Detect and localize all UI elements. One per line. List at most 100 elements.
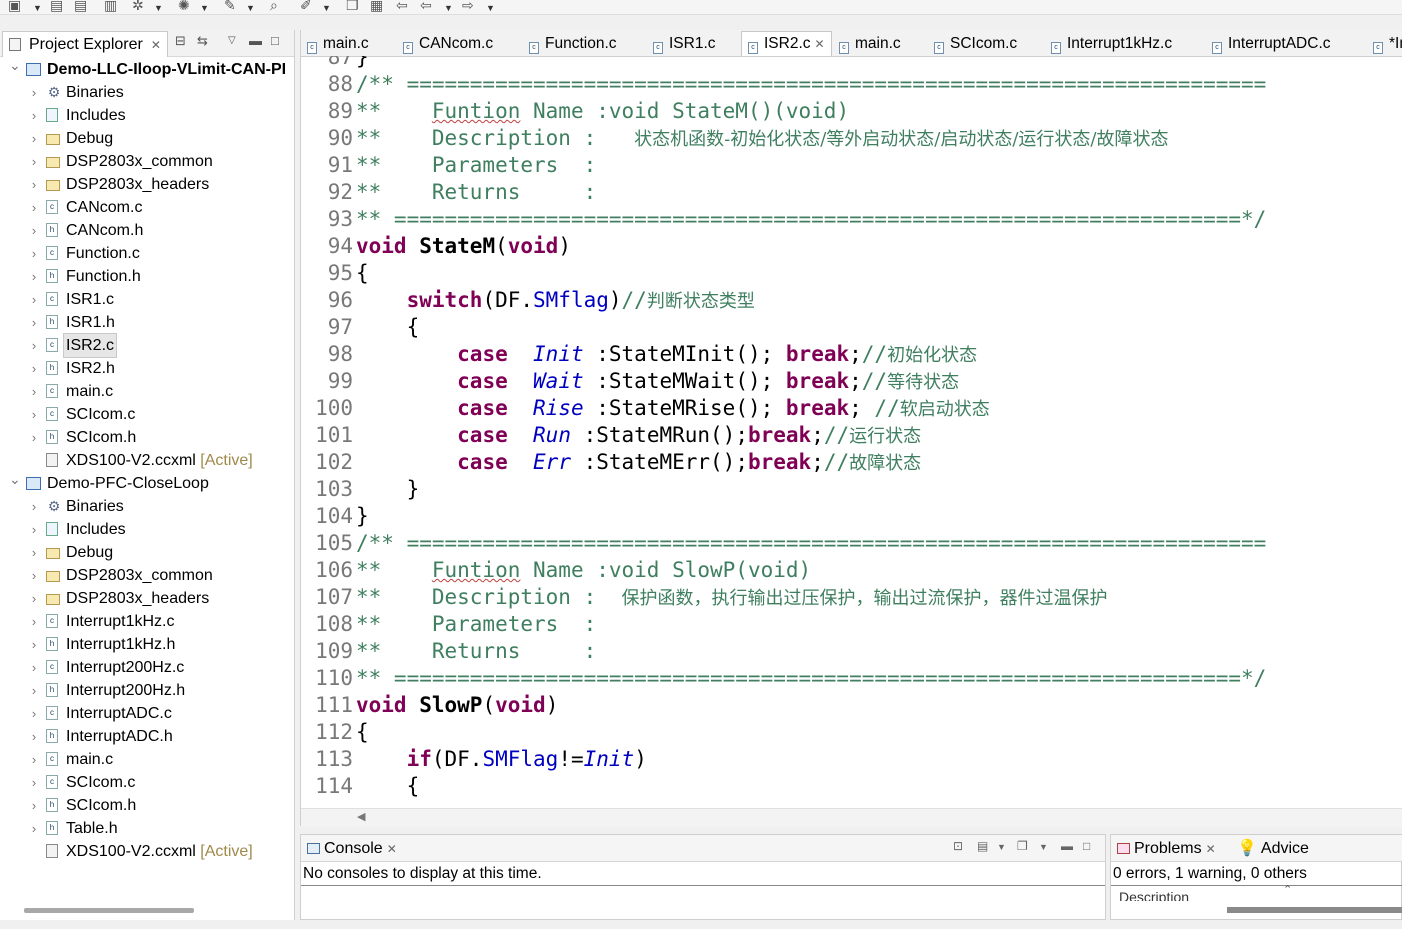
chevron-right-icon[interactable]: › — [29, 518, 39, 541]
chevron-down-icon[interactable]: ⌄ — [9, 54, 21, 77]
tree-item[interactable]: › c Interrupt1kHz.c — [0, 610, 294, 633]
tree-item[interactable]: › c CANcom.c — [0, 196, 294, 219]
chevron-right-icon[interactable]: › — [29, 265, 39, 288]
chevron-right-icon[interactable]: › — [29, 196, 39, 219]
chevron-right-icon[interactable]: › — [29, 633, 39, 656]
tree-item[interactable]: › c Interrupt200Hz.c — [0, 656, 294, 679]
editor-tab[interactable]: c main.c — [307, 32, 369, 56]
editor-tab[interactable]: c SCIcom.c — [934, 32, 1017, 56]
tree-item[interactable]: › c main.c — [0, 748, 294, 771]
tree-item[interactable]: › h InterruptADC.h — [0, 725, 294, 748]
chevron-right-icon[interactable]: › — [29, 127, 39, 150]
chevron-right-icon[interactable]: › — [29, 817, 39, 840]
tree-item[interactable]: › c SCIcom.c — [0, 403, 294, 426]
collapse-all-icon[interactable]: ⊟ — [175, 33, 186, 49]
pen-icon[interactable]: ✐ — [300, 0, 312, 13]
tree-item[interactable]: › Debug — [0, 127, 294, 150]
print-icon[interactable]: ▥ — [104, 0, 117, 13]
editor-tab[interactable]: c *In — [1373, 32, 1402, 56]
chevron-right-icon[interactable]: › — [29, 334, 39, 357]
chevron-down-icon[interactable]: ⌄ — [9, 468, 21, 491]
chevron-right-icon[interactable]: › — [29, 104, 39, 127]
chevron-right-icon[interactable]: › — [29, 173, 39, 196]
close-icon[interactable]: ✕ — [815, 37, 825, 51]
editor-horizontal-scrollbar[interactable]: ◀ — [301, 808, 1402, 827]
problems-tab[interactable]: Problems ✕ — [1113, 837, 1220, 861]
chevron-right-icon[interactable]: › — [29, 380, 39, 403]
chevron-right-icon[interactable]: › — [29, 311, 39, 334]
maximize-icon[interactable]: □ — [1083, 839, 1090, 853]
tree-item[interactable]: › h SCIcom.h — [0, 794, 294, 817]
chevron-right-icon[interactable]: › — [29, 495, 39, 518]
editor-tab[interactable]: c main.c — [839, 32, 901, 56]
chevron-right-icon[interactable]: › — [29, 242, 39, 265]
tree-item[interactable]: › c InterruptADC.c — [0, 702, 294, 725]
tree-item[interactable]: › h ISR2.h — [0, 357, 294, 380]
display-console-icon[interactable]: ▤ — [977, 839, 988, 853]
chevron-right-icon[interactable]: › — [29, 771, 39, 794]
problems-horizontal-scrollbar[interactable] — [1227, 907, 1402, 913]
tree-item[interactable]: › c ISR2.c — [0, 333, 294, 358]
chevron-right-icon[interactable]: › — [29, 357, 39, 380]
tree-item[interactable]: › DSP2803x_headers — [0, 587, 294, 610]
maximize-icon[interactable]: □ — [271, 33, 279, 48]
chevron-right-icon[interactable]: › — [29, 610, 39, 633]
tree-item[interactable]: › ⚙ Binaries — [0, 81, 294, 104]
chevron-right-icon[interactable]: › — [29, 426, 39, 449]
tree-item[interactable]: › h ISR1.h — [0, 311, 294, 334]
save-all-icon[interactable]: ▤ — [74, 0, 87, 13]
chevron-down-icon[interactable]: ▼ — [486, 0, 495, 14]
tree-item[interactable]: XDS100-V2.ccxml [Active] — [0, 840, 294, 863]
view-menu-icon[interactable]: ▽ — [228, 35, 236, 46]
tree-item[interactable]: › h CANcom.h — [0, 219, 294, 242]
chevron-down-icon[interactable]: ▼ — [1039, 842, 1048, 852]
tree-item[interactable]: › Includes — [0, 104, 294, 127]
save-icon[interactable]: ▤ — [50, 0, 63, 13]
chevron-right-icon[interactable]: › — [29, 288, 39, 311]
pin-console-icon[interactable]: ⊡ — [953, 839, 963, 853]
debug-icon[interactable]: ✺ — [178, 0, 190, 13]
editor-tab[interactable]: c CANcom.c — [403, 32, 493, 56]
close-icon[interactable]: ✕ — [387, 842, 397, 856]
chevron-right-icon[interactable]: › — [29, 403, 39, 426]
chevron-right-icon[interactable]: › — [29, 564, 39, 587]
link-editor-icon[interactable]: ⇆ — [197, 33, 208, 49]
search-icon[interactable]: ⌕ — [270, 0, 278, 13]
back-icon[interactable]: ⇦ — [396, 0, 408, 13]
tree-item[interactable]: XDS100-V2.ccxml [Active] — [0, 449, 294, 472]
chevron-right-icon[interactable]: › — [29, 725, 39, 748]
tree-item[interactable]: › h Function.h — [0, 265, 294, 288]
close-icon[interactable]: ✕ — [151, 38, 161, 52]
tree-item[interactable]: ⌄ Demo-PFC-CloseLoop — [0, 471, 294, 495]
back-icon[interactable]: ⇦ — [420, 0, 432, 13]
chevron-down-icon[interactable]: ▼ — [154, 0, 163, 14]
editor-tab[interactable]: c Function.c — [529, 32, 617, 56]
sort-caret-icon[interactable]: ⌃ — [1283, 883, 1292, 896]
chevron-right-icon[interactable]: › — [29, 587, 39, 610]
tree-item[interactable]: › Includes — [0, 518, 294, 541]
new-icon[interactable]: ▣ — [8, 0, 21, 13]
scroll-left-icon[interactable]: ◀ — [357, 810, 365, 823]
tree-item[interactable]: › h Interrupt200Hz.h — [0, 679, 294, 702]
tree-item[interactable]: › c ISR1.c — [0, 288, 294, 311]
chevron-down-icon[interactable]: ▼ — [444, 0, 453, 14]
chevron-down-icon[interactable]: ▼ — [997, 842, 1006, 852]
window-icon[interactable]: ▦ — [370, 0, 383, 13]
copy-icon[interactable]: ❐ — [346, 0, 359, 13]
advice-tab[interactable]: 💡 Advice — [1233, 837, 1313, 861]
editor-tab[interactable]: c InterruptADC.c — [1212, 32, 1331, 56]
console-tab[interactable]: Console ✕ — [303, 837, 401, 861]
chevron-right-icon[interactable]: › — [29, 679, 39, 702]
tool-icon[interactable]: ✎ — [224, 0, 236, 13]
editor-tab[interactable]: c ISR2.c ✕ — [741, 31, 832, 56]
project-explorer-tab[interactable]: Project Explorer ✕ — [2, 31, 168, 57]
chevron-down-icon[interactable]: ▼ — [322, 0, 331, 14]
tree-item[interactable]: › Debug — [0, 541, 294, 564]
minimize-icon[interactable]: ▬ — [1061, 839, 1073, 853]
chevron-right-icon[interactable]: › — [29, 702, 39, 725]
build-icon[interactable]: ✲ — [132, 0, 144, 13]
tree-item[interactable]: › ⚙ Binaries — [0, 495, 294, 518]
tree-item[interactable]: ⌄ Demo-LLC-Iloop-VLimit-CAN-PI — [0, 57, 294, 81]
chevron-down-icon[interactable]: ▼ — [200, 0, 209, 14]
forward-icon[interactable]: ⇨ — [462, 0, 474, 13]
